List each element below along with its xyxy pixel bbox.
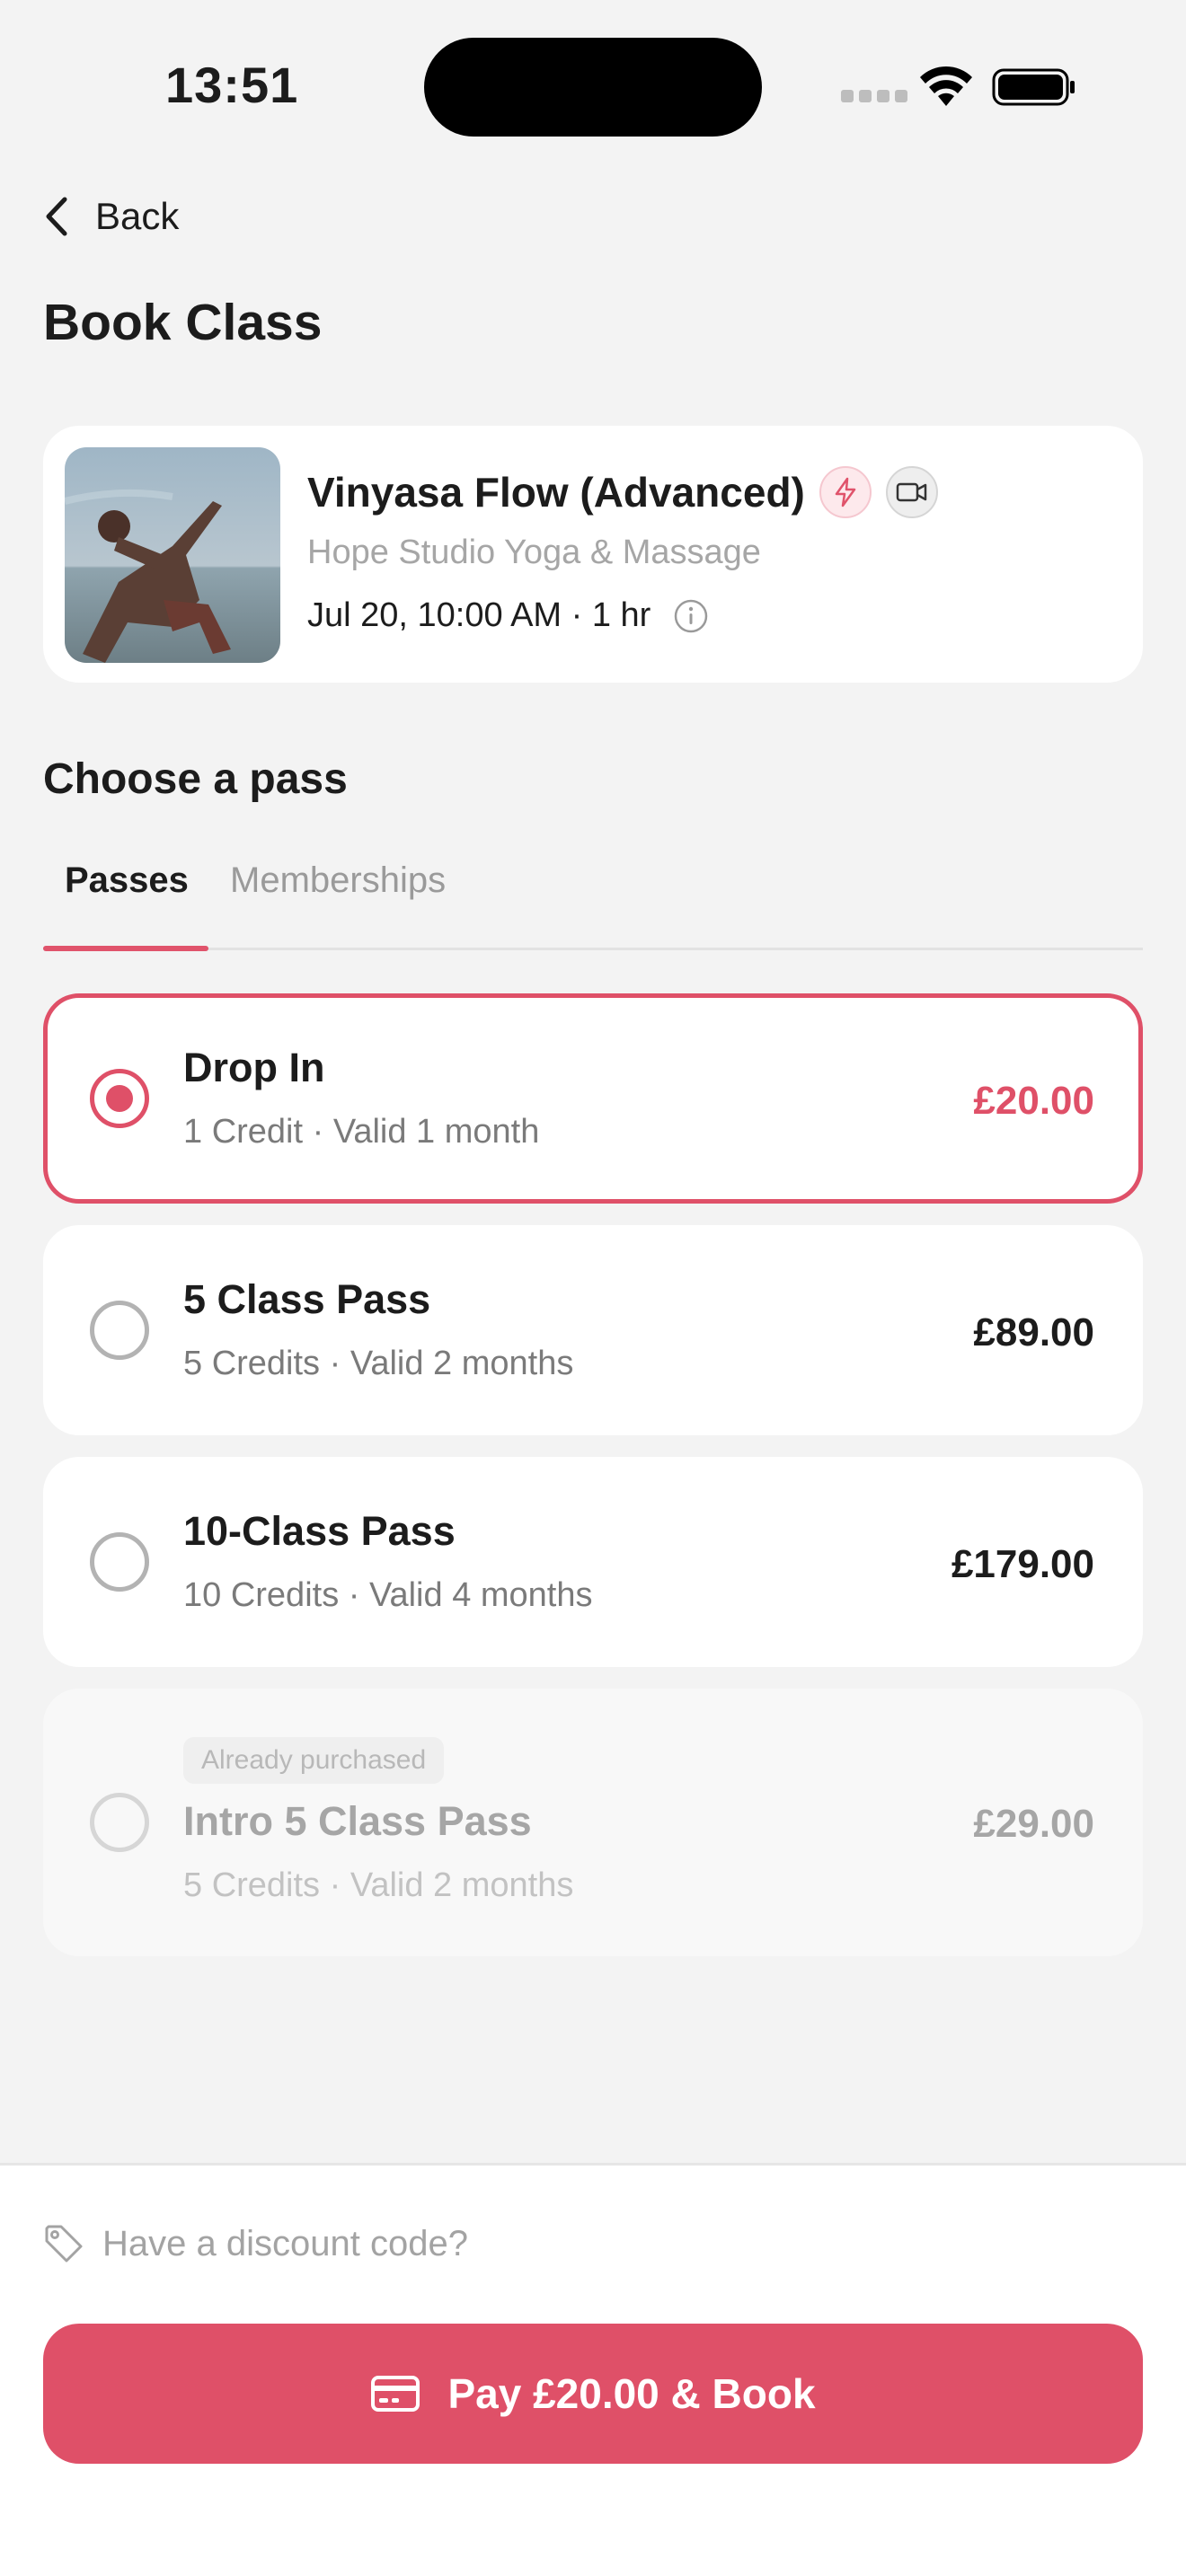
pass-option-5-class[interactable]: 5 Class Pass 5 Credits · Valid 2 months … (43, 1225, 1143, 1435)
pass-option-drop-in[interactable]: Drop In 1 Credit · Valid 1 month £20.00 (43, 993, 1143, 1204)
page-title: Book Class (43, 294, 323, 351)
pay-button-label: Pay £20.00 & Book (447, 2370, 816, 2417)
checkout-footer: Have a discount code? Pay £20.00 & Book (0, 2163, 1186, 2576)
class-datetime: Jul 20, 10:00 AM · 1 hr (307, 596, 651, 634)
credit-card-icon (371, 2376, 420, 2412)
status-time: 13:51 (165, 57, 299, 113)
radio-unselected[interactable] (90, 1532, 149, 1592)
pass-details: 5 Credits · Valid 2 months (183, 1866, 574, 1904)
pass-name: 10-Class Pass (183, 1508, 456, 1554)
back-button[interactable]: Back (43, 187, 179, 246)
pass-details: 5 Credits · Valid 2 months (183, 1345, 574, 1382)
dynamic-island (424, 38, 762, 137)
class-title: Vinyasa Flow (Advanced) (307, 469, 805, 516)
class-card[interactable]: Vinyasa Flow (Advanced) Hope Studio Yoga… (43, 426, 1143, 683)
discount-code-label: Have a discount code? (102, 2223, 468, 2263)
back-label: Back (95, 195, 180, 237)
pass-option-10-class[interactable]: 10-Class Pass 10 Credits · Valid 4 month… (43, 1457, 1143, 1667)
bolt-icon (819, 466, 872, 518)
class-datetime-row: Jul 20, 10:00 AM · 1 hr (307, 596, 710, 635)
pass-name: Intro 5 Class Pass (183, 1798, 532, 1844)
pay-and-book-button[interactable]: Pay £20.00 & Book (43, 2324, 1143, 2464)
already-purchased-badge: Already purchased (183, 1737, 445, 1784)
pass-name: Drop In (183, 1045, 325, 1090)
pass-tabs: Passes Memberships (43, 844, 1143, 951)
info-icon[interactable] (672, 597, 710, 635)
pass-option-intro-5-class: Already purchased Intro 5 Class Pass 5 C… (43, 1689, 1143, 1956)
discount-code-link[interactable]: Have a discount code? (43, 2223, 468, 2264)
battery-icon (992, 68, 1075, 106)
pass-price: £29.00 (973, 1802, 1094, 1846)
chevron-left-icon (46, 197, 67, 236)
wifi-icon (920, 66, 972, 106)
video-icon (885, 466, 938, 518)
cellular-signal-icon (841, 90, 907, 102)
radio-unselected[interactable] (90, 1301, 149, 1360)
studio-name: Hope Studio Yoga & Massage (307, 534, 761, 571)
radio-selected[interactable] (90, 1069, 149, 1128)
pass-price: £89.00 (973, 1310, 1094, 1354)
pass-price: £20.00 (973, 1079, 1094, 1123)
active-tab-indicator (43, 946, 208, 951)
tag-icon (45, 2225, 83, 2263)
pass-details: 1 Credit · Valid 1 month (183, 1113, 540, 1151)
class-title-row: Vinyasa Flow (Advanced) (307, 460, 938, 525)
tab-passes[interactable]: Passes (65, 860, 189, 901)
pass-price: £179.00 (951, 1542, 1094, 1586)
class-thumbnail (65, 447, 280, 663)
status-bar: 13:51 (0, 0, 1186, 171)
pass-name: 5 Class Pass (183, 1276, 431, 1322)
tab-memberships[interactable]: Memberships (230, 860, 446, 901)
section-title: Choose a pass (43, 755, 348, 803)
pass-details: 10 Credits · Valid 4 months (183, 1576, 593, 1614)
radio-disabled (90, 1793, 149, 1852)
